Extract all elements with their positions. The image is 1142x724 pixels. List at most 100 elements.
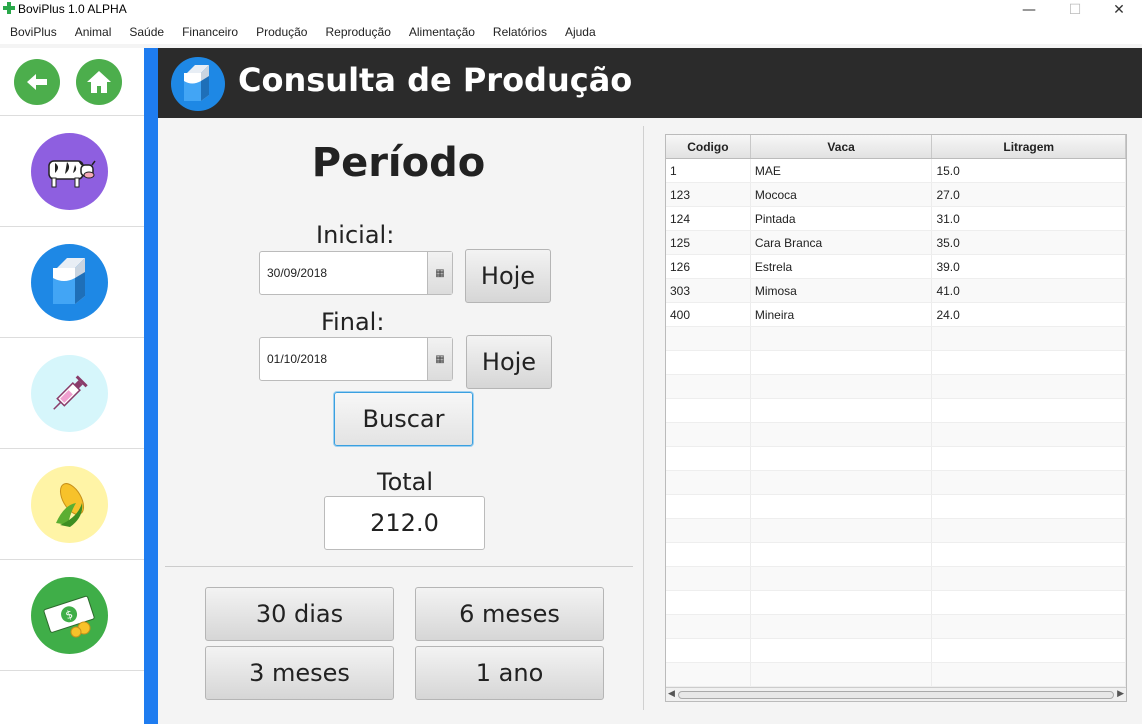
table-row[interactable]: 124 Pintada 31.0 — [666, 207, 1126, 231]
table-cell: Cara Branca — [751, 231, 933, 254]
milk-carton-icon — [31, 243, 108, 321]
table-cell — [751, 519, 933, 542]
table-cell — [932, 447, 1126, 470]
final-date-input[interactable] — [260, 338, 428, 380]
table-cell — [751, 495, 933, 518]
hoje-inicial-button[interactable]: Hoje — [465, 249, 551, 303]
scrollbar-thumb[interactable] — [678, 691, 1114, 699]
maximize-button[interactable]: ☐ — [1052, 0, 1098, 20]
hoje-final-button[interactable]: Hoje — [466, 335, 552, 389]
table-cell: 27.0 — [932, 183, 1126, 206]
table-cell: Estrela — [751, 255, 933, 278]
inicial-date-input[interactable] — [260, 252, 428, 294]
table-cell: 303 — [666, 279, 751, 302]
sidebar-item-saude[interactable] — [0, 338, 144, 449]
sidebar-item-alimentacao[interactable] — [0, 449, 144, 560]
table-row[interactable]: 123 Mococa 27.0 — [666, 183, 1126, 207]
menu-relatorios[interactable]: Relatórios — [493, 25, 547, 39]
table-row[interactable] — [666, 519, 1126, 543]
panel-divider — [643, 126, 644, 710]
table-cell: 15.0 — [932, 159, 1126, 182]
table-cell — [932, 375, 1126, 398]
table-cell — [932, 351, 1126, 374]
app-window: BoviPlus 1.0 ALPHA — ☐ ✕ BoviPlus Animal… — [0, 0, 1142, 724]
table-cell — [751, 351, 933, 374]
range-30-dias-button[interactable]: 30 dias — [205, 587, 394, 641]
scroll-right-icon[interactable]: ▶ — [1117, 689, 1124, 699]
range-3-meses-button[interactable]: 3 meses — [205, 646, 394, 700]
minimize-button[interactable]: — — [1006, 0, 1052, 20]
table-row[interactable] — [666, 375, 1126, 399]
column-header-vaca[interactable]: Vaca — [751, 135, 933, 158]
table-cell — [751, 663, 933, 686]
menu-boviplus[interactable]: BoviPlus — [10, 25, 57, 39]
table-cell: 126 — [666, 255, 751, 278]
table-row[interactable]: 125 Cara Branca 35.0 — [666, 231, 1126, 255]
table-row[interactable] — [666, 423, 1126, 447]
title-bar: BoviPlus 1.0 ALPHA — ☐ ✕ — [0, 0, 1142, 20]
table-row[interactable] — [666, 351, 1126, 375]
menu-reproducao[interactable]: Reprodução — [325, 25, 390, 39]
table-cell — [932, 471, 1126, 494]
table-cell — [751, 639, 933, 662]
table-row[interactable] — [666, 663, 1126, 687]
sidebar-item-animal[interactable] — [0, 116, 144, 227]
column-header-litragem[interactable]: Litragem — [932, 135, 1126, 158]
table-cell — [666, 567, 751, 590]
table-cell — [932, 639, 1126, 662]
table-row[interactable]: 400 Mineira 24.0 — [666, 303, 1126, 327]
horizontal-scrollbar[interactable]: ◀ ▶ — [666, 687, 1126, 701]
table-cell — [932, 327, 1126, 350]
range-1-ano-button[interactable]: 1 ano — [415, 646, 604, 700]
table-row[interactable] — [666, 447, 1126, 471]
table-cell: 35.0 — [932, 231, 1126, 254]
table-cell — [751, 543, 933, 566]
menu-saude[interactable]: Saúde — [129, 25, 164, 39]
table-row[interactable] — [666, 495, 1126, 519]
table-row[interactable] — [666, 591, 1126, 615]
final-label: Final: — [321, 308, 385, 336]
table-row[interactable] — [666, 639, 1126, 663]
back-button[interactable] — [14, 58, 60, 105]
table-cell: Pintada — [751, 207, 933, 230]
table-cell — [666, 399, 751, 422]
menu-animal[interactable]: Animal — [75, 25, 112, 39]
scroll-left-icon[interactable]: ◀ — [668, 689, 675, 699]
menu-producao[interactable]: Produção — [256, 25, 307, 39]
table-cell: 39.0 — [932, 255, 1126, 278]
menu-alimentacao[interactable]: Alimentação — [409, 25, 475, 39]
buscar-button[interactable]: Buscar — [334, 392, 473, 446]
window-title: BoviPlus 1.0 ALPHA — [18, 2, 127, 16]
menu-ajuda[interactable]: Ajuda — [565, 25, 596, 39]
table-row[interactable]: 1 MAE 15.0 — [666, 159, 1126, 183]
table-row[interactable] — [666, 471, 1126, 495]
home-button[interactable] — [76, 58, 122, 105]
table-cell — [932, 495, 1126, 518]
range-6-meses-button[interactable]: 6 meses — [415, 587, 604, 641]
table-cell — [666, 639, 751, 662]
table-cell — [751, 471, 933, 494]
table-row[interactable] — [666, 567, 1126, 591]
menu-financeiro[interactable]: Financeiro — [182, 25, 238, 39]
syringe-icon — [31, 354, 108, 432]
table-cell — [751, 327, 933, 350]
table-cell — [751, 375, 933, 398]
calendar-icon[interactable]: ▦ — [427, 338, 452, 380]
column-header-codigo[interactable]: Codigo — [666, 135, 751, 158]
table-row[interactable] — [666, 399, 1126, 423]
inicial-label: Inicial: — [316, 221, 395, 249]
producao-table[interactable]: Codigo Vaca Litragem 1 MAE 15.0 123 Mococa 27… — [665, 134, 1127, 702]
table-row[interactable]: 303 Mimosa 41.0 — [666, 279, 1126, 303]
table-row[interactable] — [666, 543, 1126, 567]
table-row[interactable] — [666, 615, 1126, 639]
table-row[interactable]: 126 Estrela 39.0 — [666, 255, 1126, 279]
table-cell — [666, 591, 751, 614]
sidebar-item-producao[interactable] — [0, 227, 144, 338]
sidebar: $ — [0, 48, 144, 724]
calendar-icon[interactable]: ▦ — [427, 252, 452, 294]
table-cell — [932, 663, 1126, 686]
table-cell: 31.0 — [932, 207, 1126, 230]
close-button[interactable]: ✕ — [1096, 0, 1142, 20]
sidebar-item-financeiro[interactable]: $ — [0, 560, 144, 671]
table-row[interactable] — [666, 327, 1126, 351]
